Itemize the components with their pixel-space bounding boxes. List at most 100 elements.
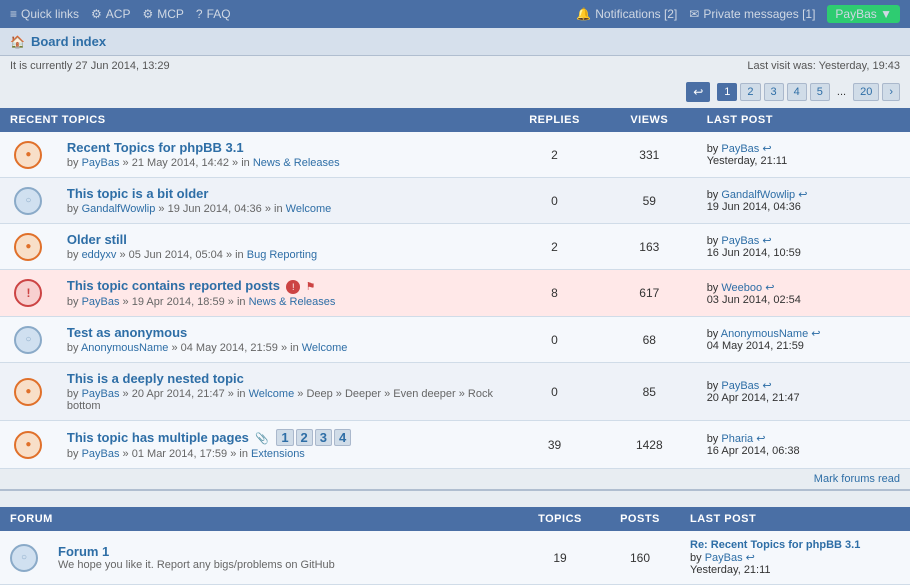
forum-icon: ○ xyxy=(10,544,38,572)
last-by-label: by xyxy=(707,143,722,155)
posts-header: POSTS xyxy=(600,507,680,531)
topic-author-link[interactable]: PayBas xyxy=(82,296,120,308)
last-author-link[interactable]: PayBas xyxy=(721,143,759,155)
page-5-button[interactable]: 5 xyxy=(810,83,830,101)
post-icon: ↩ xyxy=(762,380,771,392)
private-messages-link[interactable]: ✉ Private messages [1] xyxy=(689,7,815,21)
post-date: 05 Jun 2014, 05:04 xyxy=(129,249,223,261)
page-link-4[interactable]: 4 xyxy=(334,429,351,446)
in-label: » in xyxy=(228,388,249,400)
forum-link[interactable]: News & Releases xyxy=(249,296,336,308)
topic-link[interactable]: Older still xyxy=(67,232,127,247)
date-sep: » xyxy=(123,448,132,460)
bell-icon: 🔔 xyxy=(576,7,591,21)
top-nav-right: 🔔 Notifications [2] ✉ Private messages [… xyxy=(576,5,900,23)
page-1-button[interactable]: 1 xyxy=(717,83,737,101)
user-menu-link[interactable]: PayBas ▼ xyxy=(827,5,900,23)
topic-author-link[interactable]: PayBas xyxy=(82,157,120,169)
forum-posts-cell: 160 xyxy=(600,531,680,585)
topic-icon: ● xyxy=(14,233,42,261)
post-icon: ↩ xyxy=(811,328,820,340)
table-row: ○ This topic is a bit older by GandalfWo… xyxy=(0,178,910,224)
forum-last-author-link[interactable]: PayBas xyxy=(705,552,743,564)
faq-link[interactable]: ? FAQ xyxy=(196,7,231,21)
replies-cell: 0 xyxy=(507,178,602,224)
topic-author-link[interactable]: AnonymousName xyxy=(81,342,168,354)
last-author-link[interactable]: AnonymousName xyxy=(721,328,808,340)
topics-table-header: RECENT TOPICS REPLIES VIEWS LAST POST xyxy=(0,108,910,132)
topic-link[interactable]: This topic contains reported posts xyxy=(67,278,280,293)
top-navigation: ≡ Quick links ⚙ ACP ⚙ MCP ? FAQ 🔔 Notifi… xyxy=(0,0,910,28)
last-by-label: by xyxy=(707,235,722,247)
forum-link[interactable]: Welcome xyxy=(302,342,348,354)
date-sep: » xyxy=(119,249,128,261)
last-post-title-link[interactable]: Re: Recent Topics for phpBB 3.1 xyxy=(690,539,860,551)
last-author-link[interactable]: Weeboo xyxy=(721,282,762,294)
page-link-2[interactable]: 2 xyxy=(296,429,313,446)
forum-section-header: FORUM xyxy=(0,507,520,531)
reported-icon: ! xyxy=(26,286,30,300)
topic-link[interactable]: This is a deeply nested topic xyxy=(67,371,244,386)
page-4-button[interactable]: 4 xyxy=(787,83,807,101)
forum-link[interactable]: Bug Reporting xyxy=(247,249,317,261)
last-post-cell: by GandalfWowlip ↩ 19 Jun 2014, 04:36 xyxy=(697,178,910,224)
topic-author-link[interactable]: GandalfWowlip xyxy=(82,203,156,215)
last-author-link[interactable]: PayBas xyxy=(721,380,759,392)
table-row: ● This is a deeply nested topic by PayBa… xyxy=(0,363,910,421)
forum-table-header: FORUM TOPICS POSTS LAST POST xyxy=(0,507,910,531)
post-date: 01 Mar 2014, 17:59 xyxy=(132,448,227,460)
quick-links-menu[interactable]: ≡ Quick links xyxy=(10,7,79,21)
post-icon: ↩ xyxy=(762,143,771,155)
in-label: » in xyxy=(265,203,286,215)
topic-link[interactable]: This topic is a bit older xyxy=(67,186,209,201)
topic-icon-cell: ○ xyxy=(0,317,57,363)
topic-author-link[interactable]: eddyxv xyxy=(82,249,117,261)
page-2-button[interactable]: 2 xyxy=(740,83,760,101)
last-author-link[interactable]: GandalfWowlip xyxy=(721,189,795,201)
mark-forums-read-link[interactable]: Mark forums read xyxy=(814,473,900,485)
in-label: » in xyxy=(281,342,302,354)
topic-author-link[interactable]: PayBas xyxy=(82,448,120,460)
mcp-link[interactable]: ⚙ MCP xyxy=(142,7,183,21)
new-post-icon: ● xyxy=(25,149,31,160)
page-link-3[interactable]: 3 xyxy=(315,429,332,446)
forum-link[interactable]: Extensions xyxy=(251,448,305,460)
replies-cell: 2 xyxy=(507,132,602,178)
board-index-link[interactable]: Board index xyxy=(31,34,106,49)
table-row: ● Recent Topics for phpBB 3.1 by PayBas … xyxy=(0,132,910,178)
page-3-button[interactable]: 3 xyxy=(764,83,784,101)
next-page-button[interactable]: › xyxy=(882,83,900,101)
topic-meta: by eddyxv » 05 Jun 2014, 05:04 » in Bug … xyxy=(67,249,497,261)
topic-title: This topic is a bit older xyxy=(67,186,497,201)
topic-icon: ○ xyxy=(14,326,42,354)
topic-meta: by PayBas » 20 Apr 2014, 21:47 » in Welc… xyxy=(67,388,497,412)
topic-author-link[interactable]: PayBas xyxy=(82,388,120,400)
forum-link[interactable]: News & Releases xyxy=(253,157,340,169)
views-cell: 85 xyxy=(602,363,697,421)
forum-link[interactable]: Welcome xyxy=(286,203,332,215)
topic-link[interactable]: Test as anonymous xyxy=(67,325,187,340)
topic-icon: ● xyxy=(14,141,42,169)
forum-name-link[interactable]: Forum 1 xyxy=(58,544,109,559)
envelope-icon: ✉ xyxy=(689,7,699,21)
topic-title-cell: This is a deeply nested topic by PayBas … xyxy=(57,363,507,421)
last-author-link[interactable]: Pharia xyxy=(721,433,753,445)
topic-link[interactable]: Recent Topics for phpBB 3.1 xyxy=(67,140,244,155)
pagination-bar: ↩ 1 2 3 4 5 ... 20 › xyxy=(0,76,910,108)
last-by-label: by xyxy=(707,328,721,340)
post-date: 04 May 2014, 21:59 xyxy=(181,342,278,354)
by-label: by xyxy=(67,296,82,308)
replies-cell: 0 xyxy=(507,317,602,363)
page-20-button[interactable]: 20 xyxy=(853,83,879,101)
forum-link[interactable]: Welcome xyxy=(249,388,295,400)
forum-last-post-header: LAST POST xyxy=(680,507,910,531)
replies-cell: 2 xyxy=(507,224,602,270)
last-author-link[interactable]: PayBas xyxy=(721,235,759,247)
by-label: by xyxy=(67,249,82,261)
topic-link[interactable]: This topic has multiple pages xyxy=(67,430,249,445)
topic-icon-cell: ● xyxy=(0,363,57,421)
go-back-button[interactable]: ↩ xyxy=(686,82,710,102)
notifications-link[interactable]: 🔔 Notifications [2] xyxy=(576,7,677,21)
acp-link[interactable]: ⚙ ACP xyxy=(91,7,130,21)
page-link-1[interactable]: 1 xyxy=(276,429,293,446)
